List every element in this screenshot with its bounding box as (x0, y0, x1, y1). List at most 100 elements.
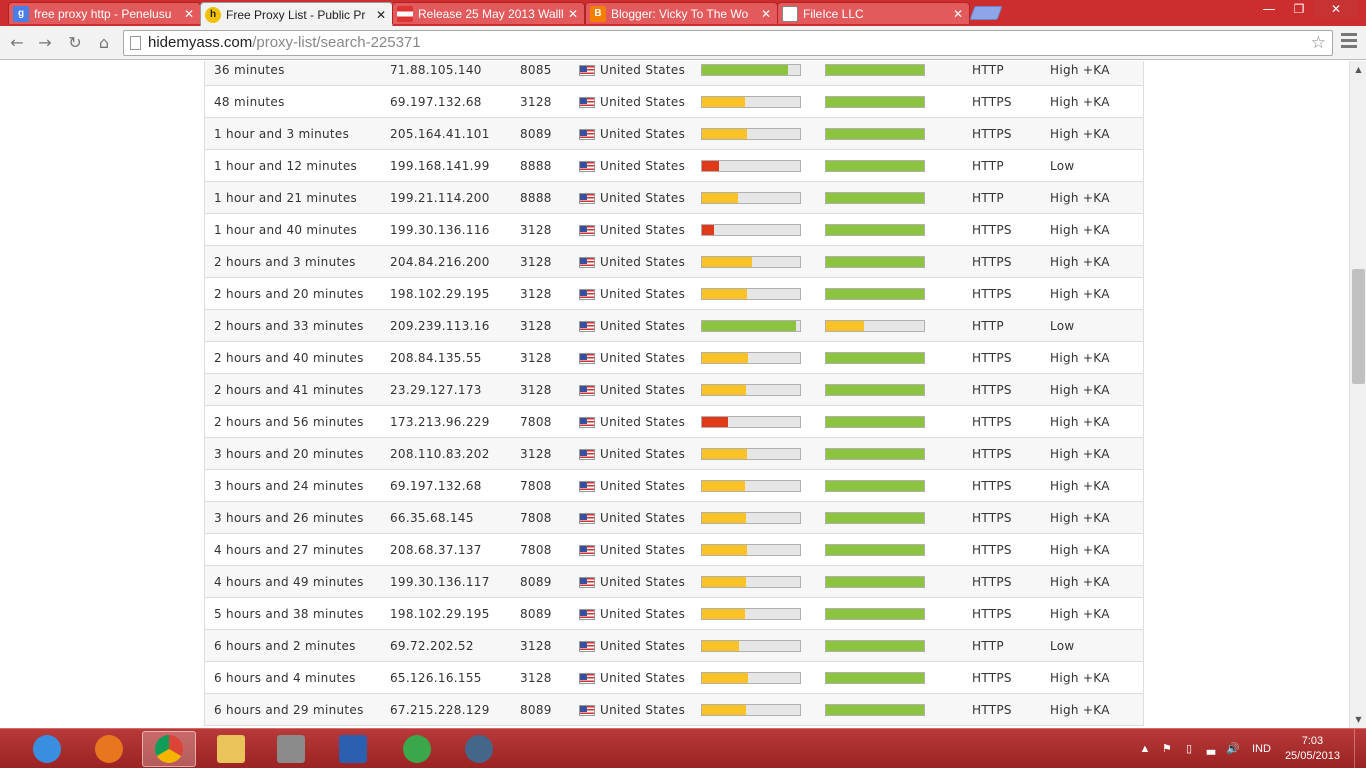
hidemyass-icon: h (205, 6, 221, 23)
close-window-button[interactable]: ✕ (1314, 0, 1358, 18)
new-tab-button[interactable] (969, 6, 1003, 20)
taskbar-app[interactable] (204, 731, 258, 767)
connection-time-bar (825, 384, 925, 396)
connection-time-bar-fill (826, 161, 924, 171)
show-desktop-button[interactable] (1354, 729, 1366, 769)
taskbar-app[interactable] (264, 731, 318, 767)
connection-time-bar-fill (826, 129, 924, 139)
speed-bar (701, 160, 801, 172)
port-cell: 3128 (520, 639, 552, 653)
address-bar[interactable]: hidemyass.com/proxy-list/search-225371 ☆ (123, 30, 1333, 56)
chrome-menu-icon[interactable] (1341, 33, 1357, 49)
ip-address-cell: 71.88.105.140 (390, 63, 482, 77)
page-icon (782, 5, 798, 22)
language-indicator[interactable]: IND (1252, 743, 1271, 755)
speed-bar (701, 320, 801, 332)
port-cell: 8089 (520, 703, 552, 717)
country-cell: United States (579, 86, 685, 118)
port-cell: 3128 (520, 95, 552, 109)
type-cell: HTTPS (972, 607, 1012, 621)
port-cell: 8085 (520, 63, 552, 77)
last-update-cell: 3 hours and 24 minutes (214, 479, 364, 493)
bookmark-star-icon[interactable]: ☆ (1311, 31, 1326, 55)
tab-close-icon[interactable]: ✕ (566, 7, 580, 21)
type-cell: HTTP (972, 191, 1004, 205)
country-name: United States (600, 639, 686, 653)
forward-icon[interactable]: → (35, 33, 55, 53)
anonymity-cell: Low (1050, 639, 1075, 653)
connection-time-bar (825, 320, 925, 332)
connection-time-bar (825, 672, 925, 684)
anonymity-cell: High +KA (1050, 415, 1110, 429)
speed-bar (701, 192, 801, 204)
vertical-scrollbar[interactable]: ▲ ▼ (1349, 61, 1366, 728)
taskbar-app[interactable] (82, 731, 136, 767)
anonymity-cell: High +KA (1050, 287, 1110, 301)
taskbar-app[interactable] (326, 731, 380, 767)
connection-time-bar-fill (826, 577, 924, 587)
window-controls: ― ❐ ✕ (1254, 0, 1358, 18)
last-update-cell: 1 hour and 40 minutes (214, 223, 358, 237)
speed-bar-fill (702, 161, 719, 171)
browser-tab[interactable]: Release 25 May 2013 Walll ✕ (392, 2, 585, 24)
action-center-flag-icon[interactable]: ⚑ (1160, 742, 1174, 756)
back-icon[interactable]: ← (7, 33, 27, 53)
country-name: United States (600, 703, 686, 717)
us-flag-icon (579, 224, 595, 236)
anonymity-cell: High +KA (1050, 351, 1110, 365)
scroll-thumb[interactable] (1352, 269, 1365, 384)
last-update-cell: 2 hours and 3 minutes (214, 255, 356, 269)
browser-toolbar: ← → ↻ ⌂ hidemyass.com/proxy-list/search-… (0, 26, 1366, 60)
country-cell: United States (579, 630, 685, 662)
type-cell: HTTPS (972, 127, 1012, 141)
speed-bar-fill (702, 353, 749, 363)
ip-address-cell: 199.168.141.99 (390, 159, 490, 173)
volume-icon[interactable]: 🔊 (1226, 742, 1240, 756)
home-icon[interactable]: ⌂ (94, 33, 114, 53)
port-cell: 3128 (520, 287, 552, 301)
browser-tab[interactable]: B Blogger: Vicky To The Wo ✕ (585, 2, 778, 24)
connection-time-bar-fill (826, 257, 924, 267)
tab-close-icon[interactable]: ✕ (951, 7, 965, 21)
taskbar-app[interactable] (390, 731, 444, 767)
reload-icon[interactable]: ↻ (65, 33, 85, 53)
browser-tab[interactable]: h Free Proxy List - Public Pr ✕ (200, 2, 393, 26)
taskbar-app[interactable] (20, 731, 74, 767)
taskbar-app[interactable] (452, 731, 506, 767)
country-cell: United States (579, 118, 685, 150)
explorer-folder-icon (217, 735, 245, 763)
browser-tab[interactable]: g free proxy http - Penelusu ✕ (8, 2, 201, 24)
country-cell: United States (579, 534, 685, 566)
country-name: United States (600, 191, 686, 205)
speed-bar (701, 128, 801, 140)
ip-address-cell: 199.30.136.116 (390, 223, 490, 237)
ip-address-cell: 205.164.41.101 (390, 127, 490, 141)
table-row: 2 hours and 3 minutes 204.84.216.200 3128 U… (205, 246, 1143, 278)
tab-close-icon[interactable]: ✕ (759, 7, 773, 21)
minimize-button[interactable]: ― (1254, 0, 1284, 18)
speed-bar-fill (702, 65, 789, 75)
last-update-cell: 5 hours and 38 minutes (214, 607, 364, 621)
taskbar-app[interactable] (142, 731, 196, 767)
connection-time-bar (825, 576, 925, 588)
speed-bar-fill (702, 705, 747, 715)
restore-button[interactable]: ❐ (1284, 0, 1314, 18)
tab-close-icon[interactable]: ✕ (374, 8, 388, 22)
device-icon[interactable]: ▯ (1182, 742, 1196, 756)
speed-bar-fill (702, 641, 740, 651)
country-name: United States (600, 159, 686, 173)
scroll-up-arrow-icon[interactable]: ▲ (1350, 61, 1366, 78)
scroll-down-arrow-icon[interactable]: ▼ (1350, 711, 1366, 728)
speed-bar (701, 512, 801, 524)
show-hidden-icons-arrow-icon[interactable]: ▲ (1138, 742, 1152, 756)
tab-close-icon[interactable]: ✕ (182, 7, 196, 21)
table-row: 2 hours and 41 minutes 23.29.127.173 3128 U… (205, 374, 1143, 406)
network-signal-icon[interactable]: ▃ (1204, 742, 1218, 756)
connection-time-bar (825, 512, 925, 524)
country-cell: United States (579, 214, 685, 246)
clock[interactable]: 7:03 25/05/2013 (1285, 734, 1340, 764)
browser-tab[interactable]: FileIce LLC ✕ (777, 2, 970, 24)
connection-time-bar-fill (826, 673, 924, 683)
us-flag-icon (579, 448, 595, 460)
anonymity-cell: High +KA (1050, 703, 1110, 717)
